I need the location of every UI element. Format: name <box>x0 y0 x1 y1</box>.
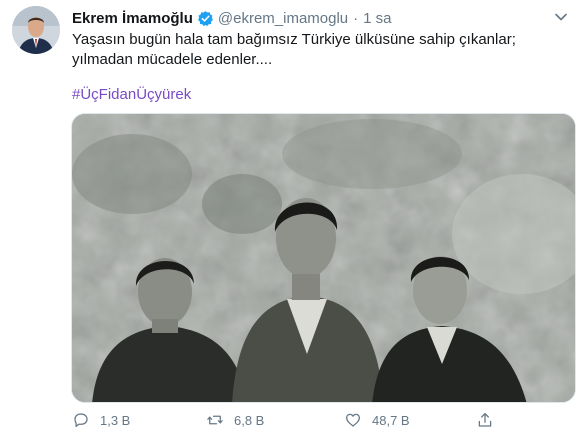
tweet-actions: 1,3 B 6,8 B 48,7 B <box>70 408 500 432</box>
chevron-down-icon[interactable] <box>554 10 568 24</box>
hashtag-link[interactable]: #ÜçFidanÜçyürek <box>72 86 191 103</box>
retweet-count: 6,8 B <box>234 412 265 428</box>
reply-count: 1,3 B <box>100 412 131 428</box>
tweet-photo[interactable] <box>71 113 576 403</box>
tweet-text: Yaşasın bugün hala tam bağımsız Türkiye … <box>72 31 516 68</box>
reply-icon <box>74 413 88 428</box>
like-count: 48,7 B <box>372 412 410 428</box>
retweet-button[interactable]: 6,8 B <box>206 408 264 432</box>
like-icon <box>345 413 361 427</box>
like-button[interactable]: 48,7 B <box>344 408 410 432</box>
tweet-header: Ekrem İmamoğlu @ekrem_imamoglu · 1 sa <box>72 8 392 28</box>
verified-badge-icon <box>197 10 214 27</box>
reply-button[interactable]: 1,3 B <box>72 408 130 432</box>
tweet-card[interactable]: Ekrem İmamoğlu @ekrem_imamoglu · 1 sa Ya… <box>0 0 582 435</box>
handle[interactable]: @ekrem_imamoglu <box>218 10 348 27</box>
timestamp[interactable]: 1 sa <box>363 10 391 27</box>
share-button[interactable] <box>476 408 504 432</box>
retweet-icon <box>207 415 223 425</box>
avatar[interactable] <box>12 6 60 54</box>
display-name[interactable]: Ekrem İmamoğlu <box>72 10 193 27</box>
separator-dot: · <box>353 9 359 27</box>
share-icon <box>478 412 492 427</box>
